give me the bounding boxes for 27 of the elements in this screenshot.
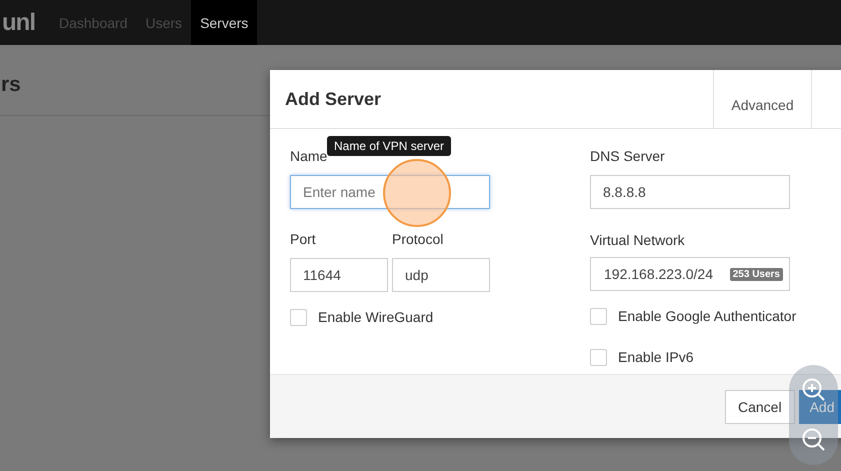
logo[interactable]: unl	[0, 0, 50, 45]
users-badge: 253 Users	[730, 268, 783, 280]
checkbox[interactable]	[590, 308, 607, 324]
checkbox-label: Enable Google Authenticator	[618, 308, 796, 324]
tooltip: Name of VPN server	[327, 136, 452, 156]
name-input[interactable]: Enter name	[290, 175, 490, 209]
checkbox-label: Enable WireGuard	[318, 309, 434, 325]
click-indicator-icon	[382, 158, 452, 228]
page-title: rs	[0, 73, 22, 98]
dns-input[interactable]: 8.8.8.8	[590, 175, 790, 209]
protocol-input[interactable]: udp	[392, 258, 490, 292]
field-label: DNS Server	[590, 148, 666, 165]
checkbox[interactable]	[590, 348, 607, 366]
field-label: Protocol	[392, 231, 444, 248]
field-label: Port	[290, 231, 317, 248]
checkbox-label: Enable IPv6	[618, 349, 694, 365]
zoom-in-icon[interactable]	[800, 377, 826, 403]
cancel-button[interactable]: Cancel	[725, 390, 795, 424]
port-input[interactable]: 11644	[290, 258, 388, 292]
checkbox[interactable]	[290, 308, 307, 326]
network-input[interactable]: 192.168.223.0/24 253 Users	[590, 257, 790, 291]
field-label: Virtual Network	[590, 232, 686, 249]
nav-link[interactable]: Servers	[191, 0, 258, 45]
field-label: Name	[290, 148, 328, 165]
zoom-out-icon[interactable]	[800, 427, 826, 453]
dialog-title: Add Server	[285, 88, 382, 110]
advanced-tab[interactable]: Advanced	[713, 70, 812, 128]
